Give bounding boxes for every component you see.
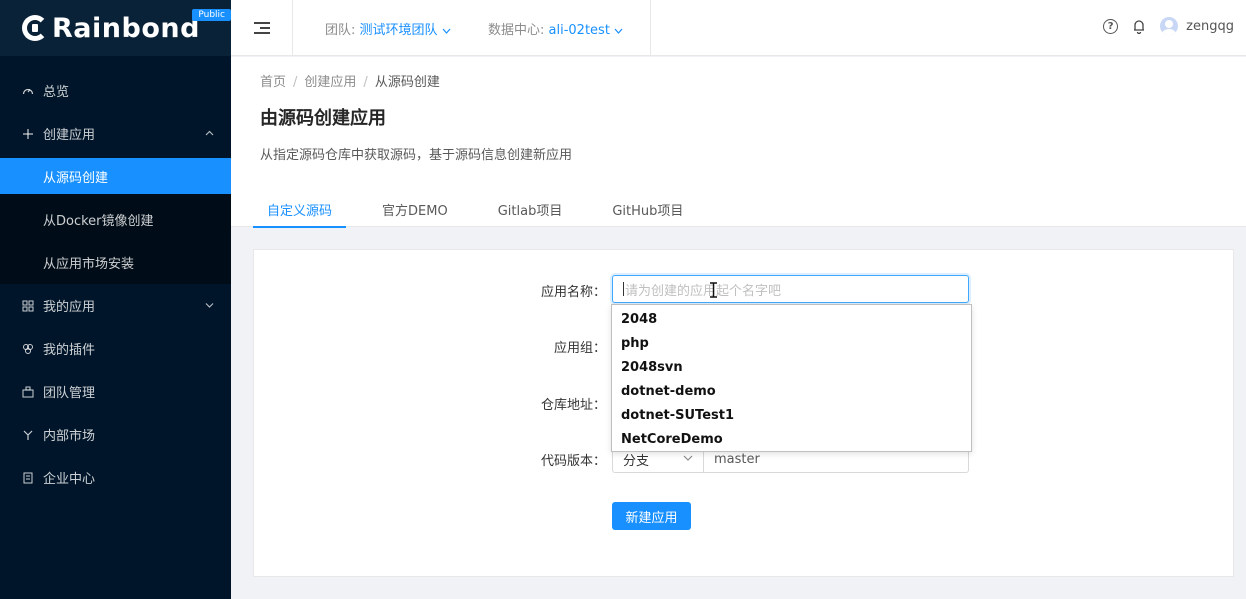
- brand-logo[interactable]: Rainbond Public: [0, 0, 231, 56]
- team-selector[interactable]: 团队: 测试环境团队: [325, 19, 451, 38]
- plus-icon: [22, 128, 34, 140]
- create-app-submenu: 从源码创建 从Docker镜像创建 从应用市场安装: [0, 158, 231, 284]
- tab-github[interactable]: GitHub项目: [598, 190, 697, 227]
- app-name-input[interactable]: 请为创建的应用起个名字吧: [612, 275, 969, 303]
- brand-name: Rainbond: [52, 12, 200, 44]
- breadcrumb: 首页 / 创建应用 / 从源码创建: [260, 75, 440, 90]
- tab-official-demo[interactable]: 官方DEMO: [368, 190, 462, 227]
- sidebar-item-label: 团队管理: [43, 386, 96, 401]
- help-icon[interactable]: ?: [1103, 18, 1119, 34]
- sidebar-item-label: 企业中心: [43, 472, 96, 487]
- sidebar-item-create-app[interactable]: 创建应用: [0, 112, 231, 155]
- breadcrumb-current: 从源码创建: [374, 75, 440, 90]
- app-group-label: 应用组: [486, 337, 606, 356]
- datacenter-selector[interactable]: 数据中心: ali-02test: [488, 19, 623, 38]
- chevron-up-icon: [205, 129, 214, 139]
- bell-icon[interactable]: [1132, 18, 1146, 34]
- chevron-down-icon: [442, 23, 451, 38]
- app-name-autocomplete: 2048 php 2048svn dotnet-demo dotnet-SUTe…: [611, 304, 972, 452]
- menu-fold-icon: [253, 22, 270, 34]
- sidebar-item-label: 内部市场: [43, 429, 96, 444]
- datacenter-value: ali-02test: [548, 23, 610, 38]
- autocomplete-option[interactable]: 2048svn: [612, 355, 971, 379]
- breadcrumb-home[interactable]: 首页: [260, 75, 286, 90]
- collapse-menu-button[interactable]: [231, 0, 293, 56]
- sidebar-menu: 总览 创建应用 从源码创建 从Docker镜像创建 从应用市场安装 我的应用 我…: [0, 56, 231, 499]
- page-title: 由源码创建应用: [260, 108, 386, 129]
- sidebar-item-label: 我的插件: [43, 343, 96, 358]
- autocomplete-option[interactable]: dotnet-demo: [612, 379, 971, 403]
- sidebar-item-team-manage[interactable]: 团队管理: [0, 370, 231, 413]
- sidebar-subitem-label: 从源码创建: [43, 170, 109, 186]
- sidebar-subitem-from-source[interactable]: 从源码创建: [0, 158, 231, 194]
- avatar[interactable]: [1160, 17, 1179, 35]
- plugin-icon: [22, 343, 34, 355]
- header-actions: ? zengqg: [1103, 17, 1234, 35]
- source-tabs: 自定义源码 官方DEMO Gitlab项目 GitHub项目: [253, 190, 719, 228]
- building-icon: [22, 472, 34, 484]
- autocomplete-option[interactable]: 2048: [612, 307, 971, 331]
- team-icon: [22, 386, 34, 398]
- sidebar-subitem-label: 从应用市场安装: [43, 257, 135, 272]
- sidebar-item-overview[interactable]: 总览: [0, 69, 231, 112]
- sidebar-item-enterprise[interactable]: 企业中心: [0, 456, 231, 499]
- sidebar: Rainbond Public 总览 创建应用 从源码创建 从Docker镜像创…: [0, 0, 231, 599]
- sidebar-subitem-from-docker[interactable]: 从Docker镜像创建: [0, 198, 231, 241]
- app-name-placeholder: 请为创建的应用起个名字吧: [625, 283, 782, 299]
- appstore-icon: [22, 300, 34, 312]
- sidebar-subitem-label: 从Docker镜像创建: [43, 214, 154, 229]
- sidebar-item-my-plugins[interactable]: 我的插件: [0, 327, 231, 370]
- chevron-down-icon: [683, 454, 693, 464]
- autocomplete-option[interactable]: dotnet-SUTest1: [612, 403, 971, 427]
- sidebar-item-internal-market[interactable]: 内部市场: [0, 413, 231, 456]
- repo-url-label: 仓库地址: [486, 394, 606, 413]
- breadcrumb-create-app[interactable]: 创建应用: [304, 75, 356, 90]
- page-description: 从指定源码仓库中获取源码，基于源码信息创建新应用: [260, 148, 573, 163]
- autocomplete-option[interactable]: php: [612, 331, 971, 355]
- top-header: 团队: 测试环境团队 数据中心: ali-02test ? zengqg: [231, 0, 1246, 56]
- autocomplete-option[interactable]: NetCoreDemo: [612, 427, 971, 451]
- page-header: 首页 / 创建应用 / 从源码创建 由源码创建应用 从指定源码仓库中获取源码，基于源码信…: [231, 57, 1246, 228]
- sidebar-item-my-apps[interactable]: 我的应用: [0, 284, 231, 327]
- tab-gitlab[interactable]: Gitlab项目: [484, 190, 577, 227]
- dashboard-icon: [22, 85, 34, 97]
- app-name-label: 应用名称: [486, 281, 606, 300]
- rainbond-logo-icon: [22, 15, 48, 41]
- header-divider: [650, 0, 651, 56]
- public-badge: Public: [192, 9, 231, 21]
- team-value: 测试环境团队: [359, 23, 438, 38]
- chevron-down-icon: [205, 301, 214, 311]
- sidebar-item-label: 创建应用: [43, 128, 96, 143]
- sidebar-subitem-from-market[interactable]: 从应用市场安装: [0, 241, 231, 284]
- create-app-button[interactable]: 新建应用: [612, 502, 691, 530]
- chevron-down-icon: [614, 23, 623, 38]
- tab-custom-source[interactable]: 自定义源码: [253, 190, 347, 228]
- username[interactable]: zengqg: [1186, 19, 1234, 34]
- code-version-label: 代码版本: [486, 450, 606, 469]
- fork-icon: [22, 429, 34, 441]
- ibeam-cursor-icon: [709, 282, 718, 298]
- version-type-value: 分支: [623, 453, 650, 469]
- text-caret: [623, 282, 624, 296]
- team-label: 团队:: [325, 23, 356, 38]
- sidebar-item-label: 总览: [43, 85, 70, 100]
- datacenter-label: 数据中心:: [488, 23, 545, 38]
- sidebar-item-label: 我的应用: [43, 300, 96, 315]
